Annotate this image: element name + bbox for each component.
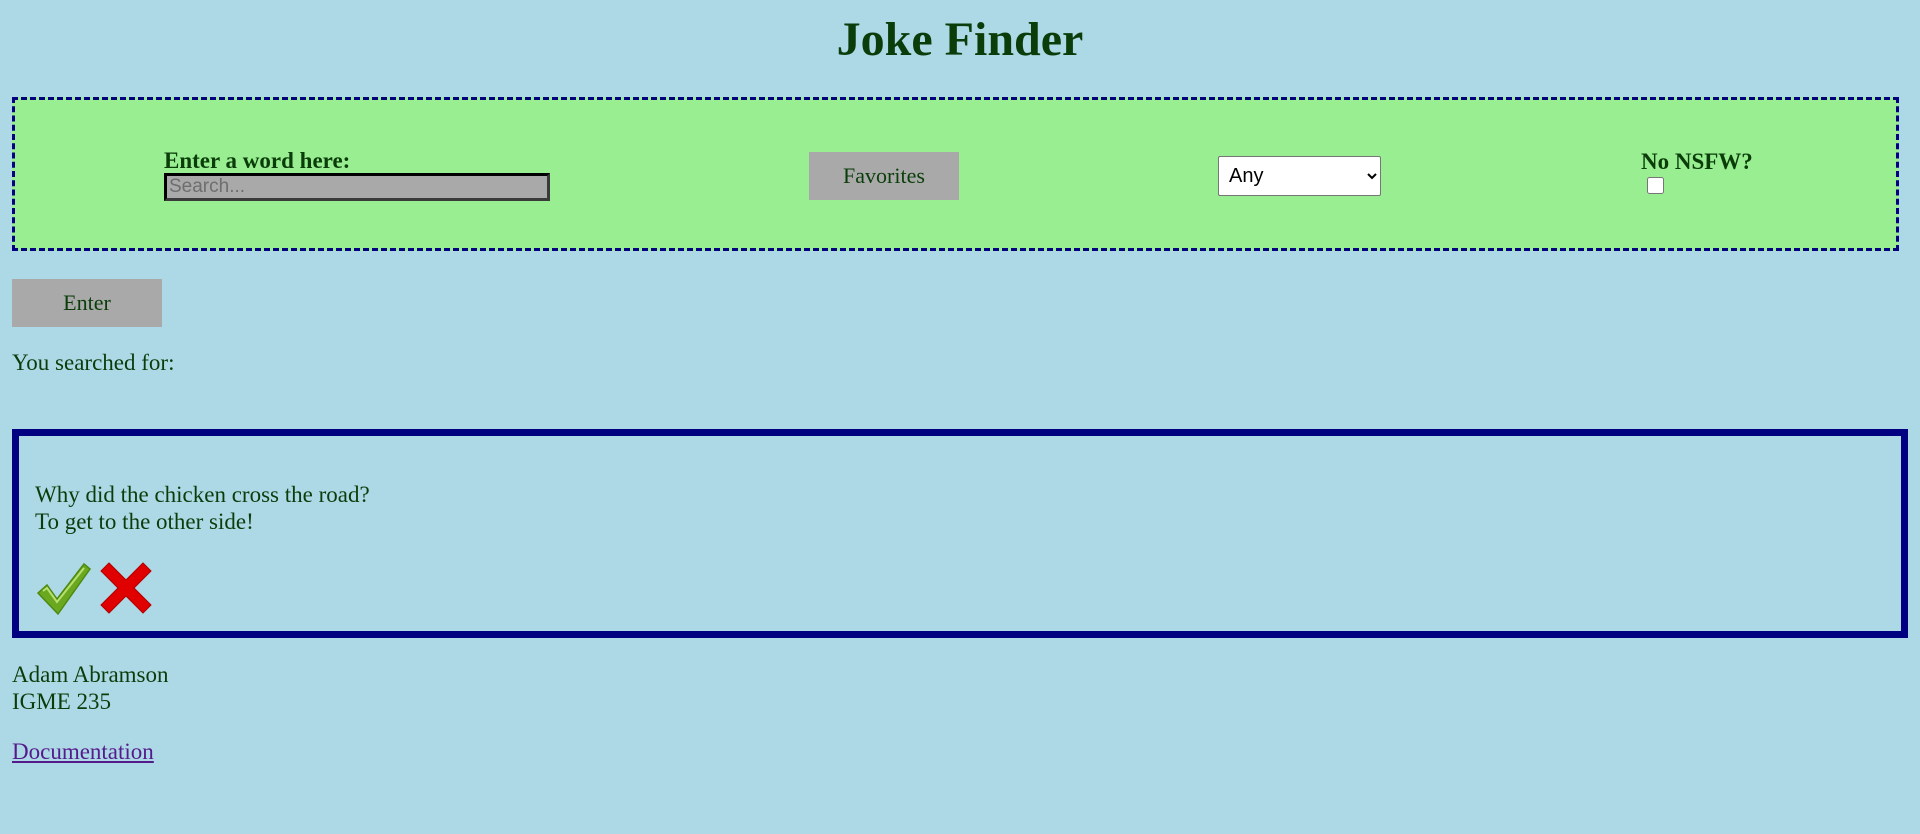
enter-button[interactable]: Enter	[12, 279, 162, 327]
vote-icons	[35, 559, 155, 622]
search-controls-panel: Enter a word here: Favorites Any No NSFW…	[12, 97, 1899, 251]
documentation-link[interactable]: Documentation	[12, 739, 154, 765]
author-name: Adam Abramson	[12, 662, 169, 687]
footer: Adam Abramson IGME 235	[12, 661, 169, 715]
course-name: IGME 235	[12, 689, 112, 714]
page-title: Joke Finder	[836, 13, 1084, 66]
nsfw-group: No NSFW?	[1641, 149, 1753, 199]
search-label: Enter a word here:	[164, 148, 351, 173]
joke-setup: Why did the chicken cross the road?	[35, 482, 370, 507]
results-panel: Why did the chicken cross the road? To g…	[12, 429, 1908, 638]
x-mark-icon[interactable]	[97, 559, 155, 622]
search-input[interactable]	[164, 173, 550, 201]
category-select[interactable]: Any	[1218, 156, 1381, 196]
nsfw-checkbox[interactable]	[1647, 177, 1664, 194]
page: Joke Finder Enter a word here: Favorites…	[0, 0, 1920, 834]
search-group: Enter a word here:	[164, 149, 550, 201]
searched-for-label: You searched for:	[12, 350, 175, 375]
joke-punchline: To get to the other side!	[35, 509, 254, 534]
joke-text: Why did the chicken cross the road? To g…	[35, 481, 370, 535]
favorites-button[interactable]: Favorites	[809, 152, 959, 200]
nsfw-label: No NSFW?	[1641, 149, 1753, 174]
checkmark-icon[interactable]	[35, 559, 93, 622]
